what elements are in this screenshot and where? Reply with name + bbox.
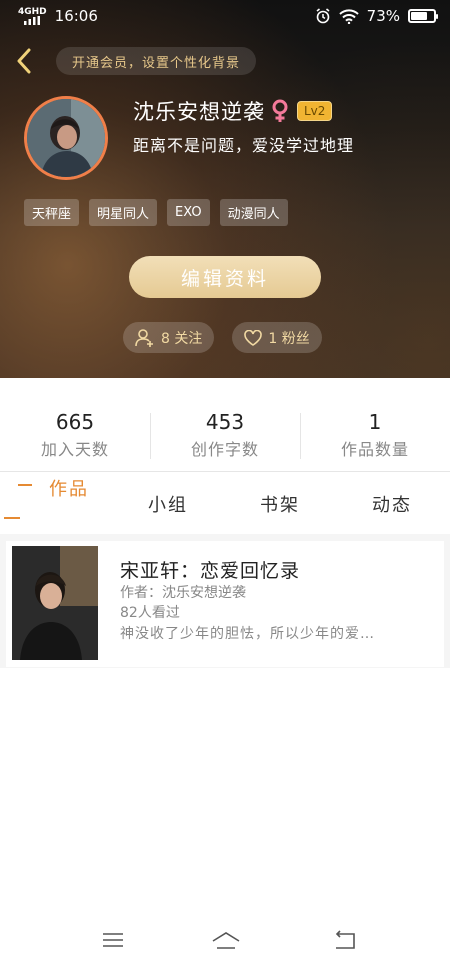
fans-button[interactable]: 1 粉丝 [232, 322, 322, 353]
tag-item[interactable]: 明星同人 [89, 199, 158, 226]
system-back-button[interactable] [330, 929, 358, 951]
tag-item[interactable]: 天秤座 [24, 199, 80, 226]
heart-icon [244, 329, 263, 346]
tab-bookshelf[interactable]: 书架 [260, 491, 300, 517]
work-description: 神没收了少年的胆怯，所以少年的爱… [120, 626, 375, 642]
home-icon [212, 932, 240, 949]
work-author: 作者：沈乐安想逆袭 [120, 585, 246, 601]
tag-list: 天秤座 明星同人 EXO 动漫同人 [24, 199, 288, 226]
work-cover-image [12, 546, 98, 660]
stat-word-count: 453 创作字数 [150, 405, 300, 465]
tab-activity[interactable]: 动态 [372, 491, 412, 517]
stat-label: 加入天数 [40, 440, 109, 459]
stat-works-count: 1 作品数量 [300, 405, 450, 465]
stat-value: 665 [55, 410, 95, 434]
add-person-icon [135, 328, 153, 347]
tab-groups[interactable]: 小组 [148, 491, 188, 517]
battery-icon [408, 9, 438, 23]
network-indicator: 4GHD [18, 7, 47, 25]
tab-indicator-dash [18, 484, 32, 486]
top-bar: 开通会员，设置个性化背景 [0, 44, 450, 78]
signal-icon [24, 15, 41, 25]
status-bar: 4GHD 16:06 73% [0, 0, 450, 32]
back-button[interactable] [12, 44, 36, 78]
alarm-icon [316, 8, 330, 24]
work-title: 宋亚轩：恋爱回忆录 [120, 560, 301, 582]
user-motto: 距离不是问题，爱没学过地理 [133, 136, 355, 155]
username: 沈乐安想逆袭 [133, 100, 265, 124]
status-time: 16:06 [54, 7, 98, 25]
username-row: 沈乐安想逆袭 Lv2 [133, 96, 333, 126]
battery-level-fill [411, 12, 428, 20]
content-tabs: 作品 小组 书架 动态 [0, 472, 450, 534]
stat-value: 453 [205, 410, 245, 434]
following-button[interactable]: 8 关注 [123, 322, 215, 353]
avatar[interactable] [24, 96, 108, 180]
work-views: 82人看过 [120, 605, 180, 621]
menu-button[interactable] [99, 929, 127, 951]
back-arrow-icon [17, 48, 31, 74]
fans-count: 1 粉丝 [268, 330, 310, 347]
wifi-icon [338, 8, 359, 24]
stat-join-days: 665 加入天数 [0, 405, 150, 465]
back-icon [335, 930, 355, 949]
stat-label: 作品数量 [340, 440, 409, 459]
system-nav-bar [0, 915, 450, 965]
tab-active-underline [4, 517, 20, 519]
follow-stats-row: 8 关注 1 粉丝 [123, 322, 322, 353]
stats-row: 665 加入天数 453 创作字数 1 作品数量 [0, 405, 450, 465]
tag-item[interactable]: 动漫同人 [219, 199, 288, 226]
female-icon [272, 99, 288, 122]
following-count: 8 关注 [161, 330, 203, 347]
tag-item[interactable]: EXO [167, 199, 210, 226]
edit-profile-button[interactable]: 编辑资料 [129, 256, 321, 298]
avatar-image [27, 99, 105, 177]
home-button[interactable] [210, 929, 242, 951]
tab-works[interactable]: 作品 [49, 475, 89, 501]
profile-page: 4GHD 16:06 73% 开通会员，设置个性化背景 沈乐安想逆袭 Lv2 距… [0, 0, 450, 965]
work-card[interactable]: 宋亚轩：恋爱回忆录 作者：沈乐安想逆袭 82人看过 神没收了少年的胆怯，所以少年… [6, 541, 444, 667]
vip-background-prompt[interactable]: 开通会员，设置个性化背景 [56, 47, 257, 75]
level-badge: Lv2 [297, 101, 333, 121]
stat-value: 1 [368, 410, 382, 434]
stat-label: 创作字数 [190, 440, 259, 459]
battery-percent: 73% [366, 7, 400, 25]
menu-icon [103, 933, 123, 947]
